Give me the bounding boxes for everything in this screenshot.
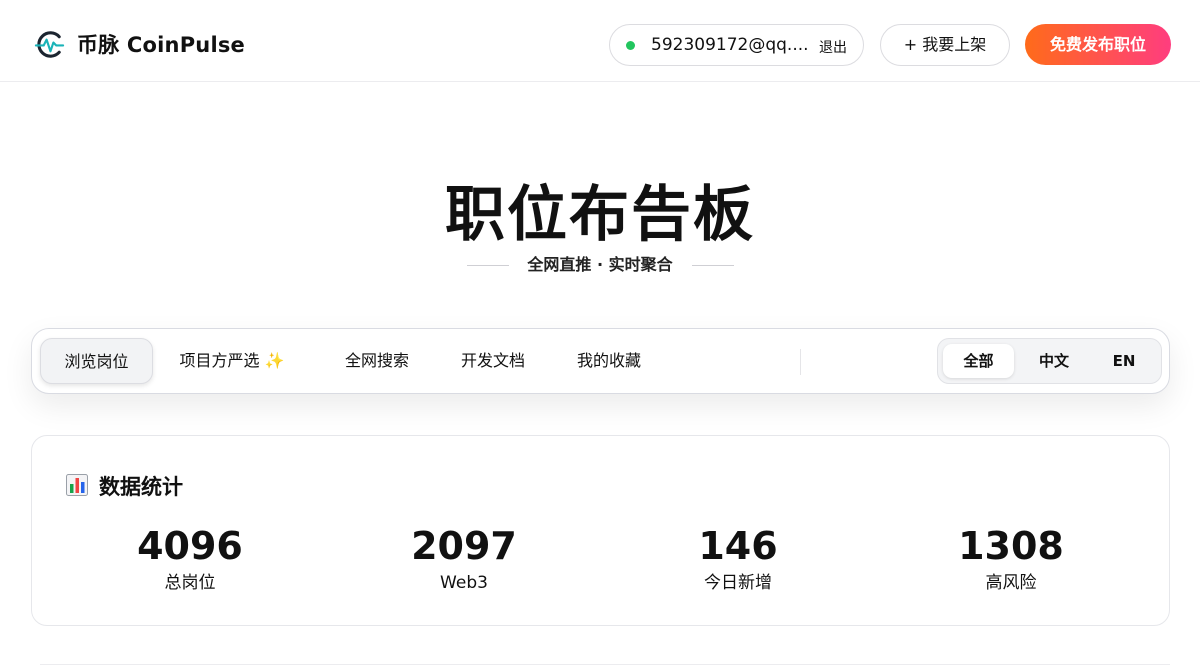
stat-label: 今日新增 (704, 573, 772, 593)
language-filter: 全部 中文 EN (937, 338, 1162, 384)
stat-label: 高风险 (985, 573, 1037, 593)
stat-value: 4096 (137, 524, 243, 568)
coinpulse-logo-icon[interactable] (33, 28, 66, 61)
user-account-pill: 592309172@qq.... 退出 (609, 24, 864, 66)
tab-my-favorites[interactable]: 我的收藏 (562, 338, 656, 384)
lang-option-english[interactable]: EN (1091, 344, 1157, 378)
stat-high-risk: 1308 高风险 (881, 522, 1141, 594)
logout-button[interactable]: 退出 (819, 37, 847, 57)
lang-option-chinese[interactable]: 中文 (1019, 344, 1089, 378)
brand-name[interactable]: 币脉 CoinPulse (77, 29, 245, 59)
stat-value: 146 (698, 524, 778, 568)
stats-card: 数据统计 4096 总岗位 2097 Web3 146 今日新增 1308 高风… (31, 435, 1170, 626)
page-subtitle: 全网直推 · 实时聚合 (527, 255, 673, 274)
bar-chart-icon (66, 474, 88, 496)
list-project-button[interactable]: + 我要上架 (880, 24, 1010, 66)
stat-new-today: 146 今日新增 (608, 522, 868, 594)
user-email: 592309172@qq.... (651, 35, 809, 55)
tab-global-search[interactable]: 全网搜索 (330, 338, 424, 384)
section-divider (40, 664, 1170, 665)
subtitle-divider-left (467, 265, 509, 266)
nav-divider (800, 349, 801, 375)
main-nav-bar: 浏览岗位 项目方严选 ✨ 全网搜索 开发文档 我的收藏 全部 中文 EN (31, 328, 1170, 394)
stats-title: 数据统计 (99, 475, 183, 499)
page-subtitle-row: 全网直推 · 实时聚合 (0, 254, 1200, 276)
subtitle-divider-right (692, 265, 734, 266)
stat-label: 总岗位 (164, 573, 216, 593)
stat-web3-jobs: 2097 Web3 (334, 522, 594, 594)
tab-dev-docs[interactable]: 开发文档 (446, 338, 540, 384)
stat-label: Web3 (440, 573, 488, 593)
stat-value: 1308 (958, 524, 1064, 568)
top-header: 币脉 CoinPulse 592309172@qq.... 退出 + 我要上架 … (0, 0, 1200, 82)
page-title: 职位布告板 (445, 180, 755, 250)
post-job-button[interactable]: 免费发布职位 (1025, 24, 1171, 65)
stat-total-jobs: 4096 总岗位 (60, 522, 320, 594)
online-status-dot (626, 41, 635, 50)
lang-option-all[interactable]: 全部 (943, 344, 1014, 378)
tab-browse-jobs[interactable]: 浏览岗位 (40, 338, 153, 384)
stat-value: 2097 (411, 524, 517, 568)
tab-curated-projects[interactable]: 项目方严选 ✨ (168, 338, 296, 384)
